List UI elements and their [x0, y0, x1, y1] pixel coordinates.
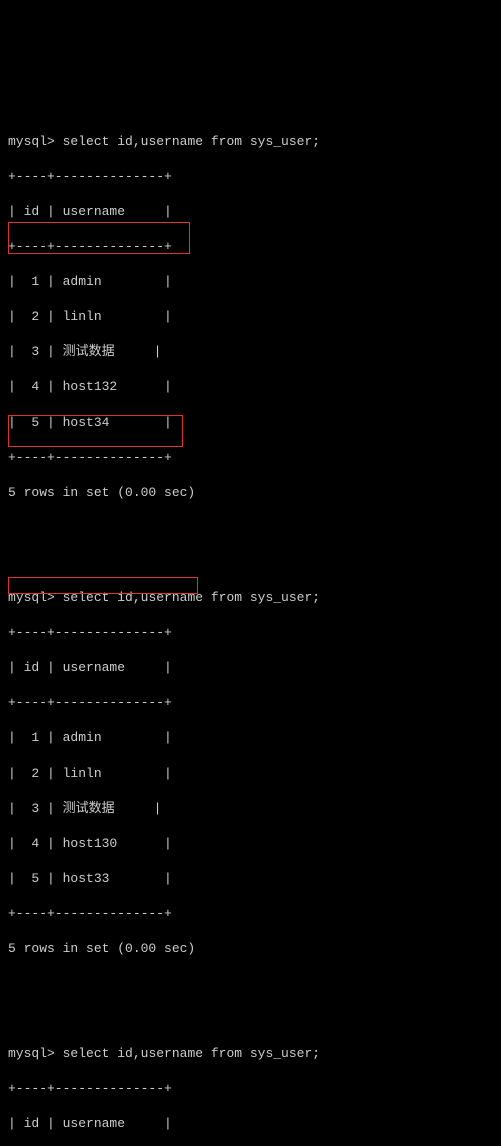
mysql-prompt: mysql> — [8, 1046, 55, 1061]
table-row: | 3 | 测试数据 | — [8, 343, 501, 361]
table-row: | 4 | host130 | — [8, 835, 501, 853]
query-line: mysql> select id,username from sys_user; — [8, 1045, 501, 1063]
table-row: | 2 | linln | — [8, 308, 501, 326]
table-border: +----+--------------+ — [8, 168, 501, 186]
table-border: +----+--------------+ — [8, 238, 501, 256]
table-header: | id | username | — [8, 659, 501, 677]
table-row: | 5 | host33 | — [8, 870, 501, 888]
table-row: | 1 | admin | — [8, 273, 501, 291]
table-header: | id | username | — [8, 203, 501, 221]
table-header: | id | username | — [8, 1115, 501, 1133]
table-border: +----+--------------+ — [8, 449, 501, 467]
blank-line — [8, 519, 501, 537]
query-line: mysql> select id,username from sys_user; — [8, 589, 501, 607]
table-row: | 3 | 测试数据 | — [8, 800, 501, 818]
table-border: +----+--------------+ — [8, 905, 501, 923]
table-row: | 4 | host132 | — [8, 378, 501, 396]
table-row: | 5 | host34 | — [8, 414, 501, 432]
sql-query: select id,username from sys_user; — [63, 1046, 320, 1061]
terminal-output: mysql> select id,username from sys_user;… — [8, 80, 501, 1146]
result-footer: 5 rows in set (0.00 sec) — [8, 484, 501, 502]
table-border: +----+--------------+ — [8, 624, 501, 642]
result-footer: 5 rows in set (0.00 sec) — [8, 940, 501, 958]
mysql-prompt: mysql> — [8, 590, 55, 605]
table-row: | 2 | linln | — [8, 765, 501, 783]
table-row: | 1 | admin | — [8, 729, 501, 747]
table-border: +----+--------------+ — [8, 694, 501, 712]
table-border: +----+--------------+ — [8, 1080, 501, 1098]
query-line: mysql> select id,username from sys_user; — [8, 133, 501, 151]
blank-line — [8, 975, 501, 993]
sql-query: select id,username from sys_user; — [63, 134, 320, 149]
sql-query: select id,username from sys_user; — [63, 590, 320, 605]
mysql-prompt: mysql> — [8, 134, 55, 149]
